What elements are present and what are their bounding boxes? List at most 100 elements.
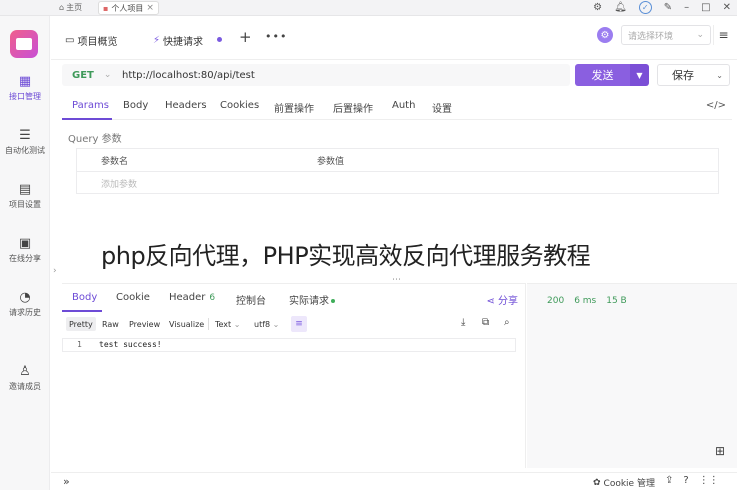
settings-icon: ▤ bbox=[18, 182, 32, 197]
tab-response-header[interactable]: Header 6 bbox=[169, 292, 215, 303]
menu-icon[interactable]: ≡ bbox=[713, 25, 733, 45]
cookie-manager-button[interactable]: ✿ Cookie 管理 bbox=[593, 476, 655, 490]
tab-actual-request[interactable]: 实际请求 bbox=[289, 292, 335, 307]
unsaved-dot bbox=[217, 37, 222, 42]
param-name-header: 参数名 bbox=[101, 157, 129, 167]
format-select[interactable]: Text ⌄ bbox=[212, 317, 243, 331]
sidebar-item-settings[interactable]: ▤ 项目设置 bbox=[0, 182, 50, 210]
workspace-tabs: ▭ 项目概览 ⚡︎ 快捷请求 + ••• ⚙ 请选择环境 ⌄ ≡ bbox=[51, 16, 737, 60]
tab-body[interactable]: Body bbox=[123, 100, 148, 111]
api-icon: ▦ bbox=[18, 74, 32, 89]
tab-response-cookie[interactable]: Cookie bbox=[116, 292, 150, 303]
sidebar-item-label: 项目设置 bbox=[9, 200, 41, 209]
line-number: 1 bbox=[77, 340, 82, 349]
gear-icon[interactable]: ⚙ bbox=[593, 2, 602, 13]
project-tab[interactable]: ▪ 个人项目 × bbox=[98, 1, 159, 15]
view-preview[interactable]: Preview bbox=[126, 317, 163, 331]
more-icon[interactable]: ••• bbox=[265, 30, 287, 43]
response-panel: Body Cookie Header 6 控制台 实际请求 ⋖ 分享 Pretty… bbox=[62, 283, 526, 468]
sidebar-item-invite[interactable]: ♙ 邀请成员 bbox=[0, 364, 50, 392]
tab-headers[interactable]: Headers bbox=[165, 100, 207, 111]
layout-icon[interactable]: ⊞ bbox=[715, 444, 725, 458]
chevron-down-icon: ⌄ bbox=[103, 70, 112, 80]
home-tab[interactable]: ⌂ 主页 bbox=[59, 2, 82, 13]
url-bar: GET ⌄ bbox=[62, 64, 570, 86]
view-visualize[interactable]: Visualize bbox=[166, 317, 207, 331]
add-param-input[interactable]: 添加参数 bbox=[101, 177, 137, 190]
view-pretty[interactable]: Pretty bbox=[66, 317, 96, 331]
expand-panel-icon[interactable]: › bbox=[53, 266, 57, 276]
tab-quick-request[interactable]: ⚡︎ 快捷请求 bbox=[153, 33, 203, 48]
home-label: 主页 bbox=[66, 3, 83, 12]
tab-cookies[interactable]: Cookies bbox=[220, 100, 259, 111]
tab-pre-request[interactable]: 前置操作 bbox=[274, 100, 314, 115]
help-icon[interactable]: ? bbox=[683, 475, 688, 486]
sidebar-item-api[interactable]: ▦ 接口管理 bbox=[0, 74, 50, 102]
response-tabs: Body Cookie Header 6 控制台 实际请求 ⋖ 分享 bbox=[62, 284, 526, 312]
sidebar-item-history[interactable]: ◔ 请求历史 bbox=[0, 290, 50, 318]
close-tab-icon[interactable]: × bbox=[146, 3, 154, 13]
grid-icon[interactable]: ⋮⋮ bbox=[699, 475, 719, 486]
send-options-icon[interactable]: ▼ bbox=[630, 64, 649, 86]
share-button[interactable]: ⋖ 分享 bbox=[486, 292, 518, 307]
add-tab-icon[interactable]: + bbox=[239, 28, 252, 46]
divider bbox=[208, 318, 209, 330]
bolt-icon: ⚡︎ bbox=[153, 35, 161, 46]
automation-icon: ☰ bbox=[19, 128, 31, 143]
expand-sidebar-icon[interactable]: » bbox=[63, 475, 70, 488]
tab-console[interactable]: 控制台 bbox=[236, 292, 266, 307]
wrap-lines-icon[interactable]: ≡ bbox=[291, 316, 307, 332]
project-tab-label: 个人项目 bbox=[111, 3, 144, 13]
environment-select[interactable]: 请选择环境 ⌄ bbox=[621, 25, 711, 45]
chevron-down-icon: ⌄ bbox=[233, 319, 241, 329]
encoding-select[interactable]: utf8 ⌄ bbox=[251, 317, 282, 331]
invite-icon: ♙ bbox=[19, 364, 31, 379]
param-value-header: 参数值 bbox=[317, 157, 345, 167]
bell-icon[interactable]: 🔔︎ bbox=[614, 2, 627, 13]
cookie-icon: ✿ bbox=[593, 477, 601, 488]
environment-icon[interactable]: ⚙ bbox=[597, 27, 613, 43]
code-icon[interactable]: </> bbox=[706, 100, 726, 111]
sidebar-item-automation[interactable]: ☰ 自动化测试 bbox=[0, 128, 50, 156]
download-icon[interactable]: ⤓ bbox=[461, 317, 465, 328]
method-select[interactable]: GET ⌄ bbox=[62, 70, 112, 81]
environment-placeholder: 请选择环境 bbox=[628, 31, 674, 42]
sidebar: ▦ 接口管理 ☰ 自动化测试 ▤ 项目设置 ▣ 在线分享 ◔ 请求历史 ♙ 邀请… bbox=[0, 16, 50, 490]
maximize-icon[interactable]: □ bbox=[701, 2, 710, 13]
code-line: test success! bbox=[99, 340, 162, 349]
response-time: 6 ms bbox=[574, 296, 597, 306]
chevron-down-icon: ⌄ bbox=[272, 319, 280, 329]
minimize-icon[interactable]: – bbox=[684, 2, 689, 13]
url-input[interactable] bbox=[112, 69, 552, 81]
bottom-bar: » ✿ Cookie 管理 ⇪ ? ⋮⋮ bbox=[51, 472, 737, 490]
send-button[interactable]: 发送 bbox=[575, 64, 630, 86]
header-count: 6 bbox=[209, 293, 216, 303]
pin-icon[interactable]: ✎ bbox=[664, 2, 672, 13]
project-icon: ▪ bbox=[103, 3, 109, 13]
app-logo bbox=[10, 30, 38, 58]
tab-settings[interactable]: 设置 bbox=[432, 100, 452, 115]
status-dot bbox=[331, 299, 335, 303]
sidebar-item-label: 请求历史 bbox=[9, 308, 41, 317]
upload-icon[interactable]: ⇪ bbox=[665, 475, 673, 486]
save-button[interactable]: 保存 ⌄ bbox=[657, 64, 730, 86]
copy-icon[interactable]: ⧉ bbox=[482, 317, 489, 328]
method-label: GET bbox=[72, 69, 94, 81]
title-bar: ⌂ 主页 ▪ 个人项目 × ⚙ 🔔︎ ✓ ✎ – □ ✕ bbox=[0, 0, 737, 16]
tab-quick-request-label: 快捷请求 bbox=[163, 37, 204, 48]
chevron-down-icon: ⌄ bbox=[696, 30, 704, 40]
status-code: 200 bbox=[547, 296, 565, 306]
close-icon[interactable]: ✕ bbox=[723, 2, 731, 13]
search-icon[interactable]: ⌕ bbox=[504, 317, 510, 328]
sidebar-item-label: 在线分享 bbox=[9, 254, 41, 263]
tab-overview[interactable]: ▭ 项目概览 bbox=[65, 33, 117, 48]
tab-auth[interactable]: Auth bbox=[392, 100, 415, 111]
tab-params[interactable]: Params bbox=[72, 100, 109, 111]
view-raw[interactable]: Raw bbox=[99, 317, 122, 331]
sidebar-item-share[interactable]: ▣ 在线分享 bbox=[0, 236, 50, 264]
response-code-viewer[interactable]: 1 test success! bbox=[62, 338, 516, 352]
check-icon[interactable]: ✓ bbox=[638, 1, 652, 14]
active-tab-indicator bbox=[62, 310, 102, 312]
tab-post-request[interactable]: 后置操作 bbox=[333, 100, 373, 115]
tab-response-body[interactable]: Body bbox=[72, 292, 97, 303]
